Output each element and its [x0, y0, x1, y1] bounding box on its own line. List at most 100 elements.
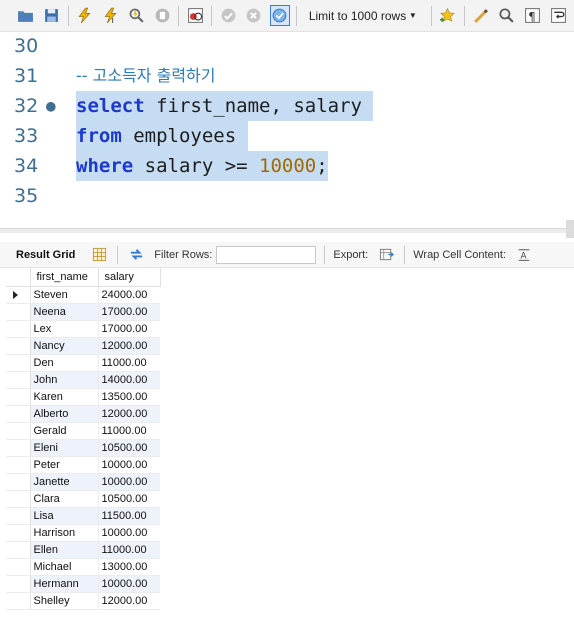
- row-selector[interactable]: [6, 354, 31, 372]
- cell-salary[interactable]: 10000.00: [98, 473, 160, 491]
- table-row[interactable]: Janette 10000.00: [6, 473, 160, 491]
- cell-salary[interactable]: 24000.00: [98, 286, 160, 304]
- grid-layout-icon[interactable]: [91, 247, 107, 263]
- cell-salary[interactable]: 10500.00: [98, 490, 160, 508]
- cell-salary[interactable]: 11500.00: [98, 507, 160, 525]
- row-selector-header[interactable]: [6, 268, 31, 287]
- cell-salary[interactable]: 17000.00: [98, 303, 160, 321]
- row-selector[interactable]: [6, 303, 31, 321]
- beautify-icon[interactable]: [471, 5, 491, 26]
- table-row[interactable]: Steven 24000.00: [6, 286, 160, 304]
- cell-first-name[interactable]: Shelley: [30, 592, 99, 610]
- commit-icon[interactable]: [218, 5, 238, 26]
- cell-first-name[interactable]: Ellen: [30, 541, 99, 559]
- row-selector[interactable]: [6, 473, 31, 491]
- table-row[interactable]: John 14000.00: [6, 371, 160, 389]
- cell-first-name[interactable]: Steven: [30, 286, 99, 304]
- stop-on-error-icon[interactable]: [185, 5, 205, 26]
- column-header-salary[interactable]: salary: [98, 268, 161, 287]
- table-row[interactable]: Neena 17000.00: [6, 303, 160, 321]
- cell-salary[interactable]: 12000.00: [98, 337, 160, 355]
- cell-salary[interactable]: 11000.00: [98, 422, 160, 440]
- row-selector[interactable]: [6, 507, 31, 525]
- cell-first-name[interactable]: Den: [30, 354, 99, 372]
- cell-salary[interactable]: 12000.00: [98, 592, 160, 610]
- table-row[interactable]: Nancy 12000.00: [6, 337, 160, 355]
- cell-salary[interactable]: 10000.00: [98, 575, 160, 593]
- wrap-lines-icon[interactable]: [548, 5, 568, 26]
- cell-first-name[interactable]: Harrison: [30, 524, 99, 542]
- row-selector[interactable]: [6, 558, 31, 576]
- stop-icon[interactable]: [152, 5, 172, 26]
- cell-first-name[interactable]: Alberto: [30, 405, 99, 423]
- execute-current-icon[interactable]: I: [101, 5, 121, 26]
- explain-icon[interactable]: [127, 5, 147, 26]
- table-row[interactable]: Clara 10500.00: [6, 490, 160, 508]
- table-row[interactable]: Gerald 11000.00: [6, 422, 160, 440]
- cell-first-name[interactable]: Karen: [30, 388, 99, 406]
- table-row[interactable]: Harrison 10000.00: [6, 524, 160, 542]
- cell-first-name[interactable]: Gerald: [30, 422, 99, 440]
- row-selector[interactable]: [6, 320, 31, 338]
- table-row[interactable]: Shelley 12000.00: [6, 592, 160, 610]
- cell-first-name[interactable]: Neena: [30, 303, 99, 321]
- cell-salary[interactable]: 12000.00: [98, 405, 160, 423]
- wrap-cell-icon[interactable]: A: [516, 247, 532, 263]
- scrollbar-thumb[interactable]: [566, 220, 574, 238]
- cell-salary[interactable]: 11000.00: [98, 541, 160, 559]
- sql-editor[interactable]: 30 31 -- 고소득자 출력하기 32 ● select first_nam…: [0, 32, 574, 220]
- open-folder-icon[interactable]: [16, 5, 36, 26]
- row-selector[interactable]: [6, 405, 31, 423]
- refresh-icon[interactable]: [128, 247, 144, 263]
- row-selector[interactable]: [6, 388, 31, 406]
- cell-first-name[interactable]: Clara: [30, 490, 99, 508]
- cell-first-name[interactable]: Lisa: [30, 507, 99, 525]
- row-selector[interactable]: [6, 456, 31, 474]
- find-icon[interactable]: [496, 5, 516, 26]
- table-row[interactable]: Lex 17000.00: [6, 320, 160, 338]
- panel-splitter[interactable]: [0, 220, 574, 242]
- cell-salary[interactable]: 10500.00: [98, 439, 160, 457]
- table-row[interactable]: Eleni 10500.00: [6, 439, 160, 457]
- cell-salary[interactable]: 11000.00: [98, 354, 160, 372]
- row-selector[interactable]: [6, 575, 31, 593]
- cell-first-name[interactable]: Peter: [30, 456, 99, 474]
- horizontal-scrollbar[interactable]: [0, 228, 574, 233]
- cell-first-name[interactable]: Hermann: [30, 575, 99, 593]
- cell-first-name[interactable]: Eleni: [30, 439, 99, 457]
- cell-first-name[interactable]: John: [30, 371, 99, 389]
- row-selector[interactable]: [6, 524, 31, 542]
- limit-rows-select[interactable]: Limit to 1000 rows ▼: [302, 5, 423, 26]
- autocommit-toggle-icon[interactable]: [269, 5, 290, 26]
- table-row[interactable]: Alberto 12000.00: [6, 405, 160, 423]
- row-selector[interactable]: [6, 371, 31, 389]
- table-row[interactable]: Hermann 10000.00: [6, 575, 160, 593]
- cell-salary[interactable]: 13500.00: [98, 388, 160, 406]
- table-row[interactable]: Michael 13000.00: [6, 558, 160, 576]
- cell-salary[interactable]: 17000.00: [98, 320, 160, 338]
- result-grid[interactable]: first_name salary Steven 24000.00 Neena 170…: [6, 268, 162, 610]
- row-selector[interactable]: [6, 439, 31, 457]
- execute-icon[interactable]: [75, 5, 95, 26]
- cell-first-name[interactable]: Janette: [30, 473, 99, 491]
- cell-salary[interactable]: 10000.00: [98, 524, 160, 542]
- rollback-icon[interactable]: [244, 5, 264, 26]
- column-header-first-name[interactable]: first_name: [30, 268, 99, 287]
- row-selector[interactable]: [6, 337, 31, 355]
- table-row[interactable]: Den 11000.00: [6, 354, 160, 372]
- cell-salary[interactable]: 14000.00: [98, 371, 160, 389]
- table-row[interactable]: Ellen 11000.00: [6, 541, 160, 559]
- table-row[interactable]: Karen 13500.00: [6, 388, 160, 406]
- cell-first-name[interactable]: Nancy: [30, 337, 99, 355]
- cell-first-name[interactable]: Michael: [30, 558, 99, 576]
- row-selector[interactable]: [6, 422, 31, 440]
- row-selector[interactable]: [6, 286, 31, 304]
- save-icon[interactable]: [42, 5, 62, 26]
- table-row[interactable]: Peter 10000.00: [6, 456, 160, 474]
- row-selector[interactable]: [6, 490, 31, 508]
- filter-rows-input[interactable]: [216, 245, 317, 264]
- tab-result-grid[interactable]: Result Grid: [6, 242, 85, 268]
- row-selector[interactable]: [6, 541, 31, 559]
- add-snippet-icon[interactable]: [438, 5, 458, 26]
- invisible-chars-icon[interactable]: ¶: [522, 5, 542, 26]
